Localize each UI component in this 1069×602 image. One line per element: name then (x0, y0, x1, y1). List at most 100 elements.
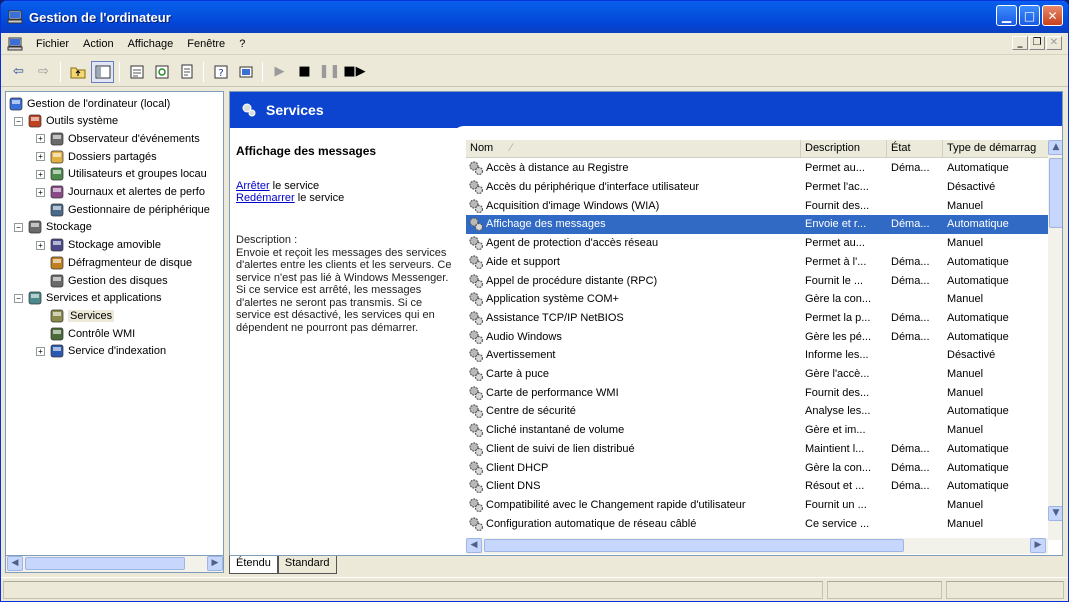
mdi-minimize-button[interactable]: _ (1012, 36, 1028, 50)
export-list-icon[interactable] (175, 61, 198, 83)
service-state-cell (887, 523, 943, 525)
menu-help[interactable]: ? (232, 38, 252, 50)
service-state-cell: Déma... (891, 442, 930, 455)
column-header-description[interactable]: Description (801, 140, 887, 157)
expand-icon[interactable]: + (36, 346, 45, 356)
tab-standard[interactable]: Standard (277, 556, 337, 574)
tree-item[interactable]: + Journaux et alertes de perfo (36, 184, 205, 201)
service-startup-type-cell: Automatique (947, 255, 1009, 268)
scroll-right-arrow-icon[interactable]: ▶ (207, 556, 223, 571)
tree-item[interactable]: − Outils système (14, 113, 118, 130)
extended-description-panel: Affichage des messages Arrêter le servic… (236, 144, 452, 334)
tab-etendu[interactable]: Étendu (229, 556, 278, 574)
tree-item[interactable]: Gestionnaire de périphérique (36, 201, 210, 218)
service-startup-type-cell: Désactivé (947, 349, 996, 362)
tree-item[interactable]: Gestion des disques (36, 272, 168, 289)
tree-item[interactable]: Contrôle WMI (36, 325, 135, 342)
service-row[interactable]: Client DHCP Gère la con... Déma... Automati… (466, 458, 1048, 477)
tree-item[interactable]: + Utilisateurs et groupes locau (36, 166, 207, 183)
service-row[interactable]: Centre de sécurité Analyse les... Automati… (466, 402, 1048, 421)
service-row[interactable]: Aide et support Permet à l'... Déma... Auto… (466, 253, 1048, 272)
maximize-button[interactable]: □ (1019, 5, 1040, 26)
help-icon[interactable]: ? (209, 61, 232, 83)
column-header-name[interactable]: Nom ⁄ (466, 140, 801, 157)
service-row[interactable]: Audio Windows Gère les pé... Déma... Automa… (466, 327, 1048, 346)
up-folder-icon[interactable] (66, 61, 89, 83)
service-row[interactable]: Compatibilité avec le Changement rapide … (466, 496, 1048, 515)
service-row[interactable]: Application système COM+ Gère la con... Ma… (466, 290, 1048, 309)
service-state-cell: Déma... (891, 330, 930, 343)
scroll-thumb[interactable] (1049, 158, 1062, 228)
start-service-icon[interactable]: ▶ (268, 61, 291, 83)
mdi-close-button[interactable]: ✕ (1046, 36, 1062, 50)
services-apps-icon (28, 291, 42, 305)
tree-item[interactable]: − Services et applications (14, 290, 162, 307)
mmc-doc-icon[interactable] (7, 36, 23, 52)
scroll-right-arrow-icon[interactable]: ▶ (1030, 538, 1046, 553)
scroll-up-arrow-icon[interactable]: ▲ (1048, 140, 1062, 155)
close-button[interactable]: ✕ (1042, 5, 1063, 26)
service-row[interactable]: Configuration automatique de réseau câbl… (466, 514, 1048, 533)
expand-icon[interactable]: + (36, 240, 45, 250)
menu-fenetre[interactable]: Fenêtre (180, 38, 232, 50)
column-header-startup-type[interactable]: Type de démarrag (943, 140, 1048, 157)
tree-item[interactable]: Gestion de l'ordinateur (local) (8, 95, 170, 112)
service-row[interactable]: Client DNS Résout et ... Déma... Automatiqu… (466, 477, 1048, 496)
service-row[interactable]: Client de suivi de lien distribué Maintie… (466, 440, 1048, 459)
service-row[interactable]: Affichage des messages Envoie et r... Déma… (466, 215, 1048, 234)
status-section (3, 581, 823, 599)
expand-icon[interactable]: + (36, 169, 45, 179)
restart-service-icon[interactable]: ■▶ (343, 61, 366, 83)
view-icon[interactable] (234, 61, 257, 83)
service-row[interactable]: Accès du périphérique d'interface utilis… (466, 178, 1048, 197)
service-row[interactable]: Cliché instantané de volume Gère et im...… (466, 421, 1048, 440)
service-row[interactable]: Accès à distance au Registre Permet au...… (466, 159, 1048, 178)
mdi-restore-button[interactable]: ❐ (1029, 36, 1045, 50)
service-startup-type-cell: Automatique (947, 330, 1009, 343)
tree-item[interactable]: − Stockage (14, 219, 92, 236)
expand-icon[interactable]: + (36, 152, 45, 162)
tree-item[interactable]: + Service d'indexation (36, 343, 166, 360)
back-arrow-icon[interactable]: ⇦ (7, 61, 30, 83)
service-row[interactable]: Carte de performance WMI Fournit des... Ma… (466, 383, 1048, 402)
list-horizontal-scrollbar[interactable]: ◀ ▶ (466, 538, 1048, 554)
scroll-left-arrow-icon[interactable]: ◀ (466, 538, 482, 553)
service-row[interactable]: Avertissement Informe les... Désactivé (466, 346, 1048, 365)
collapse-icon[interactable]: − (14, 222, 23, 232)
service-row[interactable]: Appel de procédure distante (RPC) Fournit… (466, 271, 1048, 290)
service-row[interactable]: Agent de protection d'accès réseau Permet… (466, 234, 1048, 253)
service-row[interactable]: Carte à puce Gère l'accè... Manuel (466, 365, 1048, 384)
properties-icon[interactable] (125, 61, 148, 83)
column-header-state[interactable]: État (887, 140, 943, 157)
show-tree-icon[interactable] (91, 60, 114, 83)
menu-action[interactable]: Action (76, 38, 121, 50)
title-bar[interactable]: Gestion de l'ordinateur ▁ □ ✕ (1, 1, 1068, 33)
expand-icon[interactable]: + (36, 187, 45, 197)
forward-arrow-icon[interactable]: ⇨ (32, 61, 55, 83)
minimize-button[interactable]: ▁ (996, 5, 1017, 26)
tree-item[interactable]: + Dossiers partagés (36, 148, 157, 165)
pause-service-icon[interactable]: ❚❚ (318, 61, 341, 83)
service-row[interactable]: Assistance TCP/IP NetBIOS Permet la p... D… (466, 309, 1048, 328)
expand-icon[interactable]: + (36, 134, 45, 144)
tree-item[interactable]: + Observateur d'événements (36, 130, 200, 147)
restart-service-link[interactable]: Redémarrer (236, 192, 295, 204)
scroll-left-arrow-icon[interactable]: ◀ (7, 556, 23, 571)
service-gear-icon (469, 236, 484, 251)
list-vertical-scrollbar[interactable]: ▲ ▼ (1048, 140, 1062, 540)
tree-item[interactable]: Défragmenteur de disque (36, 254, 192, 271)
collapse-icon[interactable]: − (14, 293, 23, 303)
tree-item[interactable]: Services (36, 307, 115, 324)
stop-service-icon[interactable]: ■ (293, 61, 316, 83)
scroll-thumb[interactable] (25, 557, 185, 570)
refresh-icon[interactable] (150, 61, 173, 83)
menu-affichage[interactable]: Affichage (121, 38, 181, 50)
tree-horizontal-scrollbar[interactable]: ◀ ▶ (5, 556, 224, 573)
tree-item[interactable]: + Stockage amovible (36, 237, 161, 254)
service-row[interactable]: Acquisition d'image Windows (WIA) Fournit… (466, 196, 1048, 215)
stop-service-link[interactable]: Arrêter (236, 180, 270, 192)
menu-fichier[interactable]: Fichier (29, 38, 76, 50)
collapse-icon[interactable]: − (14, 116, 23, 126)
scroll-thumb[interactable] (484, 539, 904, 552)
scroll-down-arrow-icon[interactable]: ▼ (1048, 506, 1062, 521)
